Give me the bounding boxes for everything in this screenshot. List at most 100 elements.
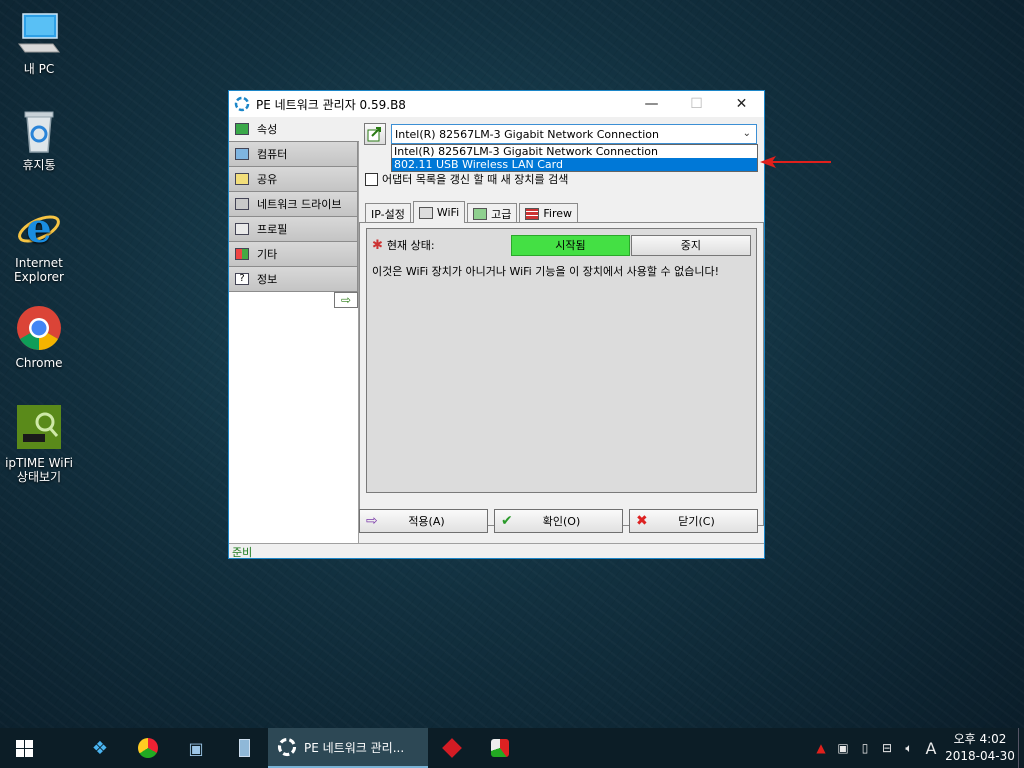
close-window-button[interactable]: ✕ bbox=[719, 91, 764, 117]
wifi-tab-panel: ✱ 현재 상태: 시작됨 중지 이것은 WiFi 장치가 아니거나 WiFi 기… bbox=[359, 222, 764, 526]
computer-icon bbox=[235, 148, 249, 160]
close-button-label: 닫기(C) bbox=[678, 515, 715, 528]
chevron-down-icon[interactable]: ⌄ bbox=[743, 128, 751, 139]
butterfly-icon: ❖ bbox=[91, 737, 109, 759]
nav-item-label: 공유 bbox=[257, 173, 278, 186]
taskbar-app-button[interactable] bbox=[124, 728, 172, 768]
tab-firewall[interactable]: Firew bbox=[519, 203, 579, 223]
nav-item-computer[interactable]: 컴퓨터 bbox=[229, 142, 358, 167]
show-desktop-button[interactable] bbox=[1018, 728, 1024, 768]
misc-grid-icon bbox=[235, 248, 249, 260]
taskbar-active-app-label: PE 네트워크 관리... bbox=[304, 740, 405, 755]
nav-pane: 속성 컴퓨터 공유 네트워크 드라이브 프로필 기타 ? 정보 ⇨ bbox=[229, 117, 359, 544]
nav-expand-button[interactable]: ⇨ bbox=[334, 292, 358, 308]
gear-icon: ✱ bbox=[372, 237, 383, 253]
wifi-status-label: 현재 상태: bbox=[386, 239, 435, 252]
network-icon[interactable]: ▣ bbox=[832, 728, 854, 768]
ok-button[interactable]: ✔ 확인(O) bbox=[494, 509, 623, 533]
volume-icon[interactable]: 🔈︎ bbox=[898, 728, 920, 768]
desktop-icon-recycle-bin[interactable]: 휴지통 bbox=[1, 106, 77, 172]
nav-item-share[interactable]: 공유 bbox=[229, 167, 358, 192]
taskbar-active-app[interactable]: PE 네트워크 관리... bbox=[268, 728, 428, 768]
nav-item-label: 컴퓨터 bbox=[257, 148, 288, 161]
clock-date: 2018-04-30 bbox=[945, 749, 1015, 763]
nav-item-properties[interactable]: 속성 bbox=[229, 117, 359, 142]
arrow-right-icon: ⇨ bbox=[340, 293, 352, 307]
desktop-icon-my-pc[interactable]: 내 PC bbox=[1, 10, 77, 76]
adapter-option-highlighted[interactable]: 802.11 USB Wireless LAN Card bbox=[392, 158, 757, 171]
ime-indicator[interactable]: A bbox=[920, 728, 942, 768]
desktop-icon-label: 휴지통 bbox=[22, 158, 56, 172]
tab-label: 고급 bbox=[491, 207, 512, 221]
check-icon: ✔ bbox=[501, 513, 513, 529]
nav-item-info[interactable]: ? 정보 bbox=[229, 267, 358, 292]
clock[interactable]: 오후 4:02 2018-04-30 bbox=[942, 731, 1018, 765]
desktop-icon-chrome[interactable]: Chrome bbox=[1, 304, 77, 370]
nav-item-label: 네트워크 드라이브 bbox=[257, 198, 342, 211]
arrow-right-icon: ⇨ bbox=[366, 513, 378, 529]
wifi-status-area: ✱ 현재 상태: 시작됨 중지 이것은 WiFi 장치가 아니거나 WiFi 기… bbox=[366, 228, 757, 493]
dialog-buttons: ⇨ 적용(A) ✔ 확인(O) ✖ 닫기(C) bbox=[359, 509, 764, 533]
tab-ip-settings[interactable]: IP-설정 bbox=[365, 203, 411, 223]
desktop-icon-label: Internet Explorer bbox=[14, 256, 64, 284]
wifi-status-indicator: 시작됨 bbox=[510, 234, 630, 256]
desktop-icon-internet-explorer[interactable]: e Internet Explorer bbox=[1, 204, 77, 284]
nav-item-network-drive[interactable]: 네트워크 드라이브 bbox=[229, 192, 358, 217]
taskbar-app-button[interactable] bbox=[476, 728, 524, 768]
network-card-icon bbox=[235, 123, 249, 135]
tray-arrow-icon[interactable]: ▲ bbox=[810, 728, 832, 768]
adapter-select[interactable]: Intel(R) 82567LM-3 Gigabit Network Conne… bbox=[391, 124, 757, 144]
wifi-status-row: ✱ 현재 상태: 시작됨 중지 bbox=[372, 234, 752, 256]
properties-pane: Intel(R) 82567LM-3 Gigabit Network Conne… bbox=[359, 117, 764, 544]
apply-button[interactable]: ⇨ 적용(A) bbox=[359, 509, 488, 533]
advanced-settings-icon bbox=[473, 207, 488, 220]
minimize-button[interactable]: — bbox=[629, 91, 674, 117]
system-tray: ▲ ▣ ▯ ⊟ 🔈︎ A 오후 4:02 2018-04-30 bbox=[810, 728, 1024, 768]
maximize-button[interactable]: ☐ bbox=[674, 91, 719, 117]
start-button[interactable] bbox=[0, 728, 48, 768]
phone-device-icon bbox=[238, 739, 250, 757]
help-question-icon: ? bbox=[235, 273, 249, 285]
adapter-select-value: Intel(R) 82567LM-3 Gigabit Network Conne… bbox=[395, 127, 659, 141]
desktop-icon-label: ipTIME WiFi 상태보기 bbox=[5, 456, 73, 484]
nav-item-label: 기타 bbox=[257, 248, 278, 261]
window-title: PE 네트워크 관리자 0.59.B8 bbox=[256, 97, 406, 112]
tab-label: Firew bbox=[543, 207, 573, 220]
tab-label: WiFi bbox=[436, 206, 460, 219]
desktop-icon-iptime-wifi[interactable]: ipTIME WiFi 상태보기 bbox=[1, 404, 77, 484]
title-bar[interactable]: PE 네트워크 관리자 0.59.B8 — ☐ ✕ bbox=[229, 91, 764, 117]
taskbar-app-button[interactable] bbox=[428, 728, 476, 768]
windows-logo-icon bbox=[15, 739, 33, 757]
tab-wifi[interactable]: WiFi bbox=[412, 201, 466, 223]
network-drive-icon bbox=[235, 198, 249, 210]
close-icon: ✖ bbox=[636, 513, 648, 529]
status-bar: 준비 bbox=[229, 543, 764, 559]
refresh-adapters-button[interactable] bbox=[364, 123, 386, 145]
search-new-devices-option[interactable]: 어댑터 목록을 갱신 할 때 새 장치를 검색 bbox=[365, 171, 568, 187]
adapter-option[interactable]: Intel(R) 82567LM-3 Gigabit Network Conne… bbox=[392, 145, 757, 158]
tab-advanced[interactable]: 고급 bbox=[467, 203, 518, 223]
adapter-dropdown-list: Intel(R) 82567LM-3 Gigabit Network Conne… bbox=[391, 144, 758, 172]
chrome-icon bbox=[15, 304, 63, 352]
annotation-arrow-icon bbox=[760, 156, 831, 168]
nav-item-label: 정보 bbox=[257, 273, 278, 286]
taskbar-explorer-button[interactable]: ❖ bbox=[76, 728, 124, 768]
nav-item-profile[interactable]: 프로필 bbox=[229, 217, 358, 242]
pe-network-manager-window: PE 네트워크 관리자 0.59.B8 — ☐ ✕ 속성 컴퓨터 공유 네트워크… bbox=[228, 90, 765, 559]
wired-network-icon[interactable]: ⊟ bbox=[876, 728, 898, 768]
close-button[interactable]: ✖ 닫기(C) bbox=[629, 509, 758, 533]
tab-label: IP-설정 bbox=[371, 207, 405, 221]
ok-button-label: 확인(O) bbox=[542, 515, 581, 528]
taskbar-app-button[interactable] bbox=[220, 728, 268, 768]
desktop-icon-label: 내 PC bbox=[23, 62, 55, 76]
search-new-devices-checkbox[interactable] bbox=[365, 172, 378, 186]
usb-icon[interactable]: ▯ bbox=[854, 728, 876, 768]
app-logo-icon bbox=[234, 96, 250, 112]
partition-tool-icon bbox=[491, 739, 509, 757]
nav-item-misc[interactable]: 기타 bbox=[229, 242, 358, 267]
apply-button-label: 적용(A) bbox=[408, 515, 445, 528]
search-new-devices-label: 어댑터 목록을 갱신 할 때 새 장치를 검색 bbox=[382, 173, 569, 186]
taskbar-app-button[interactable]: ▣ bbox=[172, 728, 220, 768]
wifi-adapter-icon bbox=[418, 206, 433, 219]
stop-button[interactable]: 중지 bbox=[630, 234, 751, 256]
